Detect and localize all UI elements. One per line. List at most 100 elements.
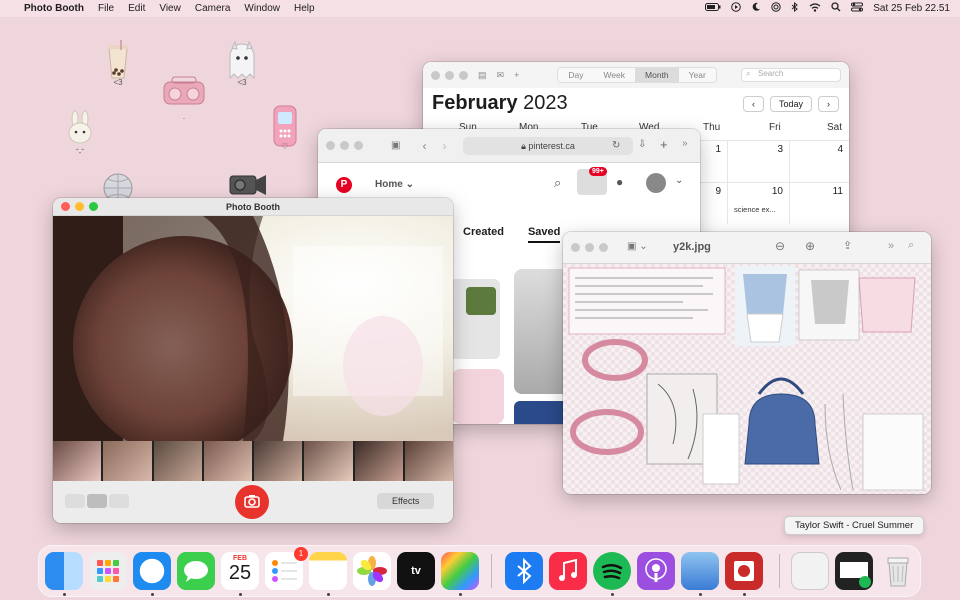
grid-mode-icon[interactable] (65, 494, 85, 508)
thumbnail[interactable] (404, 441, 453, 481)
minimize-button[interactable] (585, 243, 594, 252)
close-button[interactable] (61, 202, 70, 211)
dock-trash-icon[interactable] (879, 552, 917, 590)
search-icon[interactable] (831, 2, 841, 15)
pin-board-thumbnail[interactable] (450, 279, 500, 359)
desktop-icon-radio[interactable]: · (162, 76, 206, 123)
home-dropdown[interactable]: Home ⌄ (375, 179, 414, 190)
dock-bluetooth-icon[interactable] (505, 552, 543, 590)
photo-booth-window[interactable]: Photo Booth Effects (53, 198, 453, 523)
take-photo-button[interactable] (235, 485, 269, 519)
avatar[interactable] (646, 173, 666, 193)
battery-icon[interactable] (705, 3, 721, 14)
menu-view[interactable]: View (159, 3, 181, 14)
preview-window[interactable]: ▣ ⌄ y2k.jpg ⊖ ⊕ ⇪ » ⌕ (563, 232, 931, 494)
menu-file[interactable]: File (98, 3, 114, 14)
zoom-button[interactable] (89, 202, 98, 211)
app-menu[interactable]: Photo Booth (24, 3, 84, 14)
clock[interactable]: Sat 25 Feb 22.51 (873, 3, 950, 14)
dock-downloads-stack-icon[interactable] (791, 552, 829, 590)
add-event-icon[interactable]: + (514, 70, 519, 80)
bluetooth-icon[interactable] (791, 1, 799, 15)
pin-board-thumbnail[interactable] (452, 369, 504, 424)
calendar-event[interactable]: science ex... (734, 205, 783, 214)
tab-year[interactable]: Year (678, 68, 716, 82)
close-button[interactable] (326, 141, 335, 150)
prev-month-button[interactable]: ‹ (742, 96, 764, 112)
dock-photo-booth-icon[interactable] (725, 552, 763, 590)
close-button[interactable] (431, 70, 440, 80)
menu-edit[interactable]: Edit (128, 3, 145, 14)
dock-podcasts-icon[interactable] (637, 552, 675, 590)
desktop-icon-phone[interactable]: ♡ (270, 104, 300, 151)
zoom-out-icon[interactable]: ⊖ (775, 239, 785, 253)
dock-color-ui-icon[interactable] (441, 552, 479, 590)
overflow-icon[interactable]: » (888, 240, 894, 252)
minimize-button[interactable] (340, 141, 349, 150)
back-icon[interactable]: ‹ (422, 139, 426, 153)
dock-notes-icon[interactable] (309, 552, 347, 590)
tab-created[interactable]: Created (463, 226, 504, 243)
thumbnail[interactable] (203, 441, 252, 481)
day-cell[interactable]: 3 (727, 140, 789, 182)
dock-messages-icon[interactable] (177, 552, 215, 590)
tab-month[interactable]: Month (635, 68, 679, 82)
pinterest-logo-icon[interactable]: P (336, 177, 352, 193)
zoom-button[interactable] (354, 141, 363, 150)
thumbnail[interactable] (354, 441, 403, 481)
dock-apple-tv-icon[interactable]: tv (397, 552, 435, 590)
dock-safari-icon[interactable] (133, 552, 171, 590)
search-icon[interactable]: ⌕ (554, 175, 561, 191)
close-button[interactable] (571, 243, 580, 252)
menu-window[interactable]: Window (244, 3, 280, 14)
video-mode-icon[interactable] (109, 494, 129, 508)
next-month-button[interactable]: › (818, 96, 839, 112)
new-tab-icon[interactable]: + (660, 137, 668, 152)
dock-screen-icon[interactable] (835, 552, 873, 590)
messages-icon[interactable]: ● (616, 175, 623, 189)
wifi-icon[interactable] (809, 2, 821, 15)
search-icon[interactable]: ⌕ (908, 239, 914, 252)
dock-reminders-icon[interactable]: 1 (265, 547, 308, 590)
share-icon[interactable]: ⇪ (843, 239, 852, 252)
reload-icon[interactable]: ↻ (612, 140, 620, 151)
moon-icon[interactable] (751, 2, 761, 15)
dock-spotify-icon[interactable] (593, 552, 631, 590)
play-icon[interactable] (731, 2, 742, 15)
thumbnail[interactable] (304, 441, 353, 481)
overflow-icon[interactable]: » (682, 138, 688, 149)
dock-finder-icon[interactable] (45, 552, 83, 590)
desktop-icon-bubble-tea[interactable]: <3 (100, 40, 136, 87)
zoom-button[interactable] (459, 70, 468, 80)
thumbnail[interactable] (254, 441, 303, 481)
control-center-icon[interactable] (851, 2, 864, 15)
day-cell[interactable]: 11 (789, 182, 849, 224)
tab-day[interactable]: Day (558, 68, 594, 82)
download-icon[interactable]: ⇩ (638, 139, 646, 150)
dock-launchpad-icon[interactable] (89, 552, 127, 590)
chevron-down-icon[interactable]: ⌄ (675, 175, 683, 186)
minimize-button[interactable] (75, 202, 84, 211)
address-bar[interactable]: 🔒︎ pinterest.ca (463, 137, 633, 155)
thumbnail[interactable] (103, 441, 152, 481)
notifications-button[interactable]: 99+ (577, 167, 607, 195)
single-photo-mode-icon[interactable] (87, 494, 107, 508)
dock-preview-icon[interactable] (681, 552, 719, 590)
minimize-button[interactable] (445, 70, 454, 80)
dock-calendar-icon[interactable]: FEB 25 (221, 552, 259, 590)
menu-camera[interactable]: Camera (195, 3, 231, 14)
calendar-list-icon[interactable]: ▤ (478, 70, 487, 81)
inbox-icon[interactable]: ✉ (497, 70, 505, 81)
tab-saved[interactable]: Saved (527, 226, 561, 243)
today-button[interactable]: Today (769, 96, 812, 112)
calendar-search-input[interactable]: ⌕ Search (741, 68, 841, 82)
sidebar-icon[interactable]: ▣ (391, 140, 400, 151)
desktop-icon-ghost[interactable]: <3 (224, 40, 260, 87)
day-cell[interactable]: 4 (789, 140, 849, 182)
effects-button[interactable]: Effects (377, 493, 435, 509)
day-cell[interactable]: 10 science ex... (727, 182, 789, 224)
sidebar-icon[interactable]: ▣ ⌄ (627, 241, 648, 252)
airdrop-icon[interactable] (771, 2, 781, 15)
dock-photos-icon[interactable] (353, 552, 391, 590)
desktop-icon-bunny[interactable]: ˆ-ˆ (62, 110, 98, 157)
